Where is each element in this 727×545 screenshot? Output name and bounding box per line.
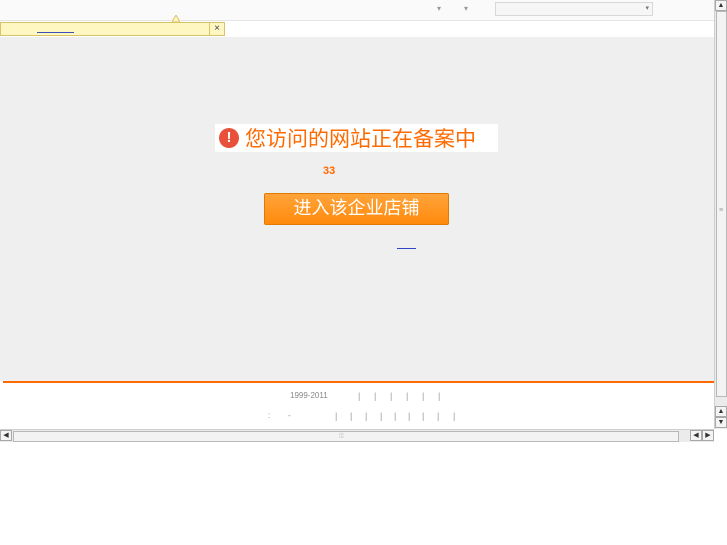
horizontal-scroll-thumb[interactable]: ⦙⦙⦙ xyxy=(13,431,679,442)
footer-separator: | xyxy=(394,411,397,421)
footer-separator: | xyxy=(453,411,456,421)
copyright-years: 1999-2011 xyxy=(290,391,328,400)
footer-dash: - xyxy=(288,411,291,420)
footer-separator: | xyxy=(406,391,409,401)
enter-store-button[interactable]: 进入该企业店铺 xyxy=(264,193,449,225)
footer-separator: | xyxy=(358,391,361,401)
footer-separator: | xyxy=(374,391,377,401)
notification-link[interactable] xyxy=(37,32,74,33)
heading-text: 您访问的网站正在备案中 xyxy=(245,127,476,151)
footer-separator: | xyxy=(380,411,383,421)
notification-close-icon[interactable]: × xyxy=(209,23,224,35)
footer-separator: | xyxy=(408,411,411,421)
vertical-scroll-thumb[interactable]: ≡ xyxy=(716,11,727,397)
main-content: ! 您访问的网站正在备案中 33 进入该企业店铺 xyxy=(0,37,714,381)
top-toolbar: ▾ ▾ ▾ xyxy=(0,0,714,21)
alert-icon: ! xyxy=(219,128,239,148)
underlined-link[interactable] xyxy=(397,248,416,249)
dropdown-2-chevron-down-icon[interactable]: ▾ xyxy=(464,4,468,14)
grip-icon: ≡ xyxy=(719,207,724,214)
dropdown-1-chevron-down-icon[interactable]: ▾ xyxy=(437,4,441,14)
footer-colon: : xyxy=(268,411,271,420)
footer-separator: | xyxy=(438,391,441,401)
scroll-right-icon[interactable]: ▶ xyxy=(702,430,714,441)
filing-notice-heading: ! 您访问的网站正在备案中 xyxy=(215,124,498,152)
footer-separator: | xyxy=(422,391,425,401)
footer-separator: | xyxy=(350,411,353,421)
footer: 1999-2011 | | | | | | : - | | | | | | | … xyxy=(0,383,714,429)
vertical-scrollbar[interactable]: ▲ ≡ ▲ ▼ xyxy=(714,0,727,429)
scroll-down-icon[interactable]: ▼ xyxy=(715,417,727,428)
countdown-number: 33 xyxy=(323,165,336,177)
grip-icon: ⦙⦙⦙ xyxy=(339,433,344,440)
horizontal-scrollbar[interactable]: ◀ ⦙⦙⦙ ◀ ▶ xyxy=(0,429,714,442)
chevron-down-icon: ▾ xyxy=(645,5,649,12)
footer-separator: | xyxy=(422,411,425,421)
notification-pointer xyxy=(172,15,180,22)
footer-separator: | xyxy=(335,411,338,421)
footer-separator: | xyxy=(365,411,368,421)
notification-bar: × xyxy=(0,22,225,36)
top-select-box[interactable]: ▾ xyxy=(495,2,653,16)
scroll-left-icon[interactable]: ◀ xyxy=(690,430,702,441)
scroll-up-icon[interactable]: ▲ xyxy=(715,406,727,417)
scroll-up-icon[interactable]: ▲ xyxy=(715,0,727,11)
footer-separator: | xyxy=(390,391,393,401)
footer-separator: | xyxy=(437,411,440,421)
scroll-left-icon[interactable]: ◀ xyxy=(0,430,12,441)
